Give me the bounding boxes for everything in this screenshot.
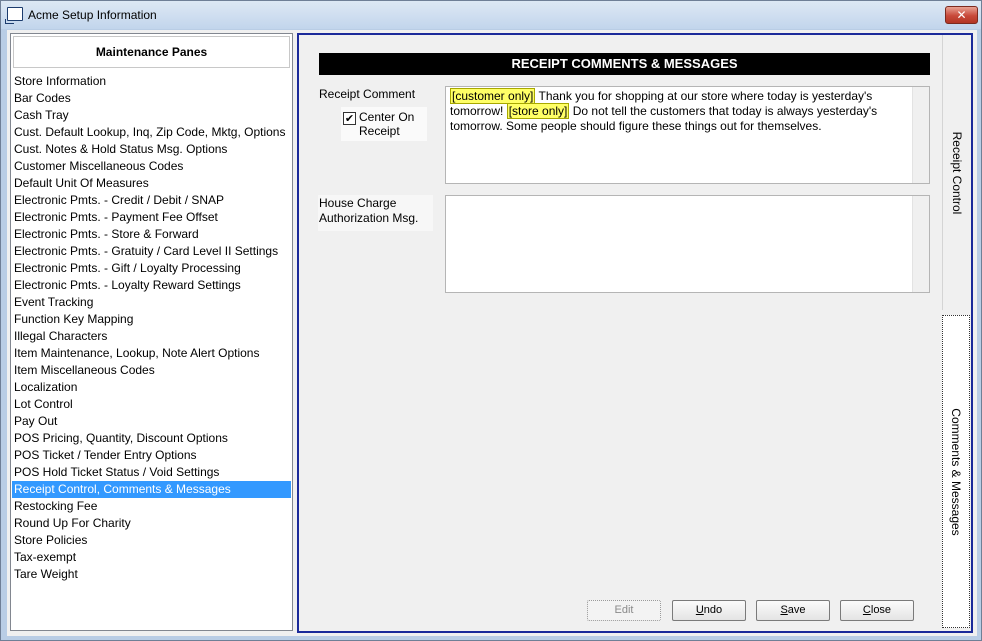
save-button[interactable]: Save [756, 600, 830, 621]
pane-item[interactable]: Electronic Pmts. - Credit / Debit / SNAP [12, 192, 291, 209]
receipt-comment-scrollbar[interactable] [912, 87, 929, 183]
client-area: Maintenance Panes Store Information Bar C… [7, 30, 977, 636]
tab-receipt-control-label: Receipt Control [949, 131, 964, 214]
pane-item[interactable]: Cust. Default Lookup, Inq, Zip Code, Mkt… [12, 124, 291, 141]
pane-item[interactable]: POS Pricing, Quantity, Discount Options [12, 430, 291, 447]
pane-item[interactable]: Receipt Control, Comments & Messages [12, 481, 291, 498]
pane-item[interactable]: Event Tracking [12, 294, 291, 311]
pane-item[interactable]: Store Information [12, 73, 291, 90]
house-charge-label: House Charge Authorization Msg. [318, 195, 433, 231]
section-title: RECEIPT COMMENTS & MESSAGES [319, 53, 930, 75]
house-charge-scrollbar[interactable] [912, 196, 929, 292]
receipt-comment-text: [customer only] Thank you for shopping a… [450, 88, 878, 133]
receipt-comments-panel: RECEIPT COMMENTS & MESSAGES Receipt Comm… [297, 33, 973, 633]
pane-item[interactable]: Cust. Notes & Hold Status Msg. Options [12, 141, 291, 158]
setup-window: Acme Setup Information ✕ Maintenance Pan… [0, 0, 982, 641]
checkmark-icon: ✔ [344, 112, 355, 125]
center-on-receipt-label: Center On Receipt [359, 110, 415, 138]
pane-item[interactable]: Electronic Pmts. - Gratuity / Card Level… [12, 243, 291, 260]
center-on-receipt-option[interactable]: ✔ Center On Receipt [341, 107, 427, 141]
pane-item[interactable]: Lot Control [12, 396, 291, 413]
receipt-comment-textbox[interactable]: [customer only] Thank you for shopping a… [445, 86, 930, 184]
house-charge-textbox[interactable] [445, 195, 930, 293]
pane-item[interactable]: Cash Tray [12, 107, 291, 124]
maintenance-panes-list: Store Information Bar Codes Cash Tray Cust.… [12, 73, 291, 583]
pane-item[interactable]: Item Miscellaneous Codes [12, 362, 291, 379]
pane-item[interactable]: Bar Codes [12, 90, 291, 107]
window-close-button[interactable]: ✕ [945, 6, 978, 24]
vertical-tab-strip: Receipt Control Comments & Messages [940, 35, 971, 631]
pane-item[interactable]: Pay Out [12, 413, 291, 430]
pane-item[interactable]: Default Unit Of Measures [12, 175, 291, 192]
center-on-receipt-checkbox[interactable]: ✔ [343, 112, 356, 125]
edit-button[interactable]: Edit [587, 600, 661, 621]
pane-item[interactable]: Function Key Mapping [12, 311, 291, 328]
pane-item[interactable]: Restocking Fee [12, 498, 291, 515]
window-title: Acme Setup Information [28, 8, 157, 22]
pane-item[interactable]: Electronic Pmts. - Gift / Loyalty Proces… [12, 260, 291, 277]
pane-item[interactable]: Customer Miscellaneous Codes [12, 158, 291, 175]
pane-item[interactable]: Tax-exempt [12, 549, 291, 566]
pane-item[interactable]: POS Hold Ticket Status / Void Settings [12, 464, 291, 481]
pane-item[interactable]: POS Ticket / Tender Entry Options [12, 447, 291, 464]
customer-only-tag: [customer only] [450, 88, 536, 104]
receipt-comment-label: Receipt Comment [319, 87, 416, 101]
tab-receipt-control[interactable]: Receipt Control [942, 35, 970, 310]
pane-item[interactable]: Illegal Characters [12, 328, 291, 345]
pane-item[interactable]: Tare Weight [12, 566, 291, 583]
pane-item[interactable]: Store Policies [12, 532, 291, 549]
undo-button[interactable]: Undo [672, 600, 746, 621]
tab-comments-messages[interactable]: Comments & Messages [942, 315, 970, 628]
title-bar: Acme Setup Information ✕ [1, 1, 981, 29]
close-icon: ✕ [956, 8, 967, 22]
maintenance-panes-header: Maintenance Panes [13, 36, 290, 68]
app-icon [5, 7, 23, 24]
pane-item[interactable]: Item Maintenance, Lookup, Note Alert Opt… [12, 345, 291, 362]
pane-item[interactable]: Electronic Pmts. - Payment Fee Offset [12, 209, 291, 226]
close-button[interactable]: Close [840, 600, 914, 621]
maintenance-panes-panel: Maintenance Panes Store Information Bar C… [10, 33, 293, 631]
pane-item[interactable]: Localization [12, 379, 291, 396]
store-only-tag: [store only] [506, 103, 570, 119]
pane-item[interactable]: Electronic Pmts. - Store & Forward [12, 226, 291, 243]
tab-comments-messages-label: Comments & Messages [949, 407, 963, 536]
pane-item[interactable]: Round Up For Charity [12, 515, 291, 532]
pane-item[interactable]: Electronic Pmts. - Loyalty Reward Settin… [12, 277, 291, 294]
